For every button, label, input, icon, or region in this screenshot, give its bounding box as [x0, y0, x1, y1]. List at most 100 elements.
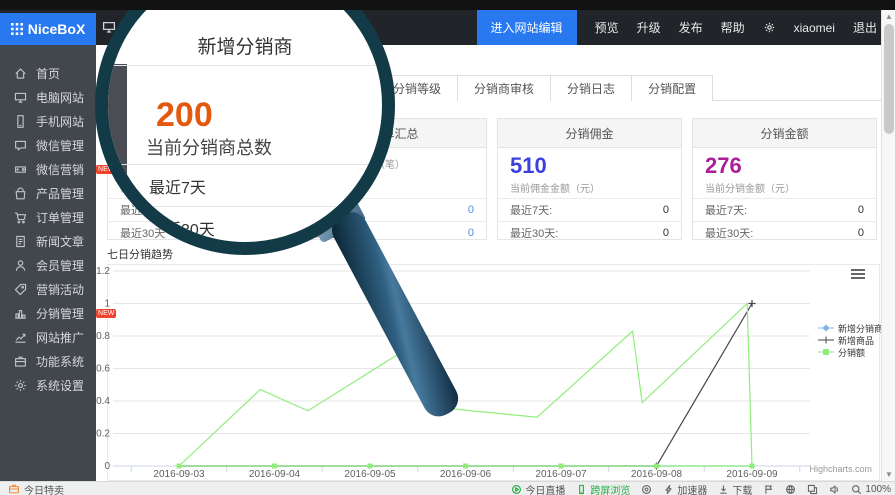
highcharts-credit[interactable]: Highcharts.com — [700, 464, 872, 474]
menu-help[interactable]: 帮助 — [721, 19, 745, 36]
sidebar-item-12[interactable]: 网站推广 — [0, 325, 96, 349]
legend-item-3[interactable]: 分销额 — [818, 346, 883, 358]
status-item-label: 下载 — [732, 482, 752, 495]
legend-marker — [818, 335, 834, 345]
play-icon — [511, 484, 522, 495]
sidebar-item-13[interactable]: 功能系统 — [0, 349, 96, 373]
sidebar-item-7[interactable]: 订单管理 — [0, 205, 96, 229]
status-item-sound[interactable] — [829, 484, 840, 495]
trend-line-chart: 00.20.40.60.811.22016-09-032016-09-04201… — [96, 250, 882, 482]
stat-card-3: 分销佣金510当前佣金金额（元）最近7天:0最近30天:0 — [497, 118, 682, 240]
card-title: 分销佣金 — [498, 119, 681, 148]
app-logo[interactable]: NiceBoX — [0, 13, 96, 45]
sidebar-item-8[interactable]: 新闻文章 — [0, 229, 96, 253]
svg-text:0: 0 — [104, 461, 110, 472]
settings-gear-icon[interactable] — [763, 21, 776, 34]
status-bar: 今日特卖 今日直播跨屏浏览 加速器 下载 100% — [0, 481, 895, 495]
scroll-down-arrow[interactable]: ▼ — [882, 468, 895, 481]
row-value[interactable]: 0 — [468, 227, 474, 239]
card-value-block: 510当前佣金金额（元） — [498, 148, 681, 198]
scroll-up-arrow[interactable]: ▲ — [882, 10, 895, 23]
wechat-chat-icon — [13, 138, 28, 153]
chart-menu-icon[interactable] — [851, 269, 865, 279]
gamepad-icon — [13, 162, 28, 177]
card-value-label: 当前佣金金额（元） — [510, 180, 669, 195]
enter-site-editor-button[interactable]: 进入网站编辑 — [477, 10, 577, 45]
status-item-windows[interactable] — [807, 484, 818, 495]
card-value-label: 当前分销金额（元） — [705, 180, 864, 195]
vertical-scrollbar[interactable]: ▲ ▼ — [881, 10, 895, 481]
svg-text:0.4: 0.4 — [96, 396, 110, 407]
today-sale-label: 今日特卖 — [24, 482, 64, 495]
logout-link[interactable]: 退出 — [853, 19, 877, 36]
mobile-icon — [576, 484, 587, 495]
status-item-label: 加速器 — [677, 482, 707, 495]
monitor-icon — [13, 90, 28, 105]
sidebar-item-label: 订单管理 — [36, 209, 84, 226]
legend-item-2[interactable]: 新增商品 — [818, 334, 883, 346]
sidebar-item-label: 功能系统 — [36, 353, 84, 370]
svg-text:1.2: 1.2 — [96, 266, 110, 277]
legend-item-1[interactable]: 新增分销商 — [818, 322, 883, 334]
status-item-browser[interactable] — [785, 484, 796, 495]
topbar-menu: 进入网站编辑 预览 升级 发布 帮助 xiaomei 退出 — [477, 10, 877, 45]
menu-publish[interactable]: 发布 — [679, 19, 703, 36]
sidebar-item-9[interactable]: 会员管理 — [0, 253, 96, 277]
menu-upgrade[interactable]: 升级 — [637, 19, 661, 36]
status-item-label: 今日直播 — [525, 482, 565, 495]
sidebar-item-label: 分销管理 — [36, 305, 84, 322]
row-value: 0 — [663, 227, 669, 239]
lens-card-value: 200 — [156, 96, 213, 135]
status-item-play[interactable]: 今日直播 — [511, 482, 565, 495]
card-title: 分销金额 — [693, 119, 876, 148]
sidebar-item-14[interactable]: 系统设置 — [0, 373, 96, 397]
stat-card-4: 分销金额276当前分销金额（元）最近7天:0最近30天:0 — [692, 118, 877, 240]
legend-marker — [818, 347, 834, 357]
status-item-zoom[interactable]: 100% — [851, 484, 891, 495]
sidebar-item-label: 会员管理 — [36, 257, 84, 274]
row-value: 0 — [663, 204, 669, 216]
fan-icon — [641, 484, 652, 495]
tag-icon — [13, 282, 28, 297]
lens-card-title: 新增分销商 — [108, 32, 382, 59]
status-item-rocket[interactable]: 加速器 — [663, 482, 707, 495]
chart-legend: 新增分销商新增商品分销额 — [818, 322, 883, 358]
lens-divider — [108, 206, 382, 207]
status-item-mobile[interactable]: 跨屏浏览 — [576, 482, 630, 495]
scrollbar-thumb[interactable] — [884, 24, 894, 134]
row-value[interactable]: 0 — [468, 204, 474, 216]
sidebar-item-4[interactable]: 微信管理 — [0, 133, 96, 157]
row-label: 最近30天: — [705, 225, 753, 241]
zoom-icon — [851, 484, 862, 495]
sidebar-item-10[interactable]: 营销活动 — [0, 277, 96, 301]
sidebar-item-3[interactable]: 手机网站 — [0, 109, 96, 133]
status-item-download[interactable]: 下载 — [718, 482, 752, 495]
menu-preview[interactable]: 预览 — [595, 19, 619, 36]
svg-text:2016-09-06: 2016-09-06 — [440, 469, 492, 480]
logo-text: NiceBoX — [28, 21, 86, 37]
user-name[interactable]: xiaomei — [794, 21, 835, 35]
lens-card-label: 当前分销商总数 — [146, 134, 272, 160]
sidebar-item-5[interactable]: 微信营销NEW — [0, 157, 96, 181]
sound-icon — [829, 484, 840, 495]
sidebar-item-2[interactable]: 电脑网站 — [0, 85, 96, 109]
svg-text:0.6: 0.6 — [96, 364, 110, 375]
sidebar-item-label: 系统设置 — [36, 377, 84, 394]
trend-icon — [13, 330, 28, 345]
tab-5[interactable]: 分销配置 — [631, 75, 713, 101]
lens-divider — [108, 164, 382, 165]
status-item-flag[interactable] — [763, 484, 774, 495]
legend-label: 分销额 — [838, 346, 865, 359]
flag-icon — [763, 484, 774, 495]
today-sale-item[interactable]: 今日特卖 — [8, 482, 64, 495]
sidebar-item-1[interactable]: 首页 — [0, 61, 96, 85]
sidebar-item-11[interactable]: 分销管理NEW — [0, 301, 96, 325]
tab-4[interactable]: 分销日志 — [550, 75, 632, 101]
card-value: 276 — [705, 154, 864, 178]
tab-3[interactable]: 分销商审核 — [457, 75, 551, 101]
svg-text:0.2: 0.2 — [96, 429, 110, 440]
browser-icon — [785, 484, 796, 495]
status-item-fan[interactable] — [641, 484, 652, 495]
sidebar-item-6[interactable]: 产品管理 — [0, 181, 96, 205]
sidebar-item-label: 微信管理 — [36, 137, 84, 154]
